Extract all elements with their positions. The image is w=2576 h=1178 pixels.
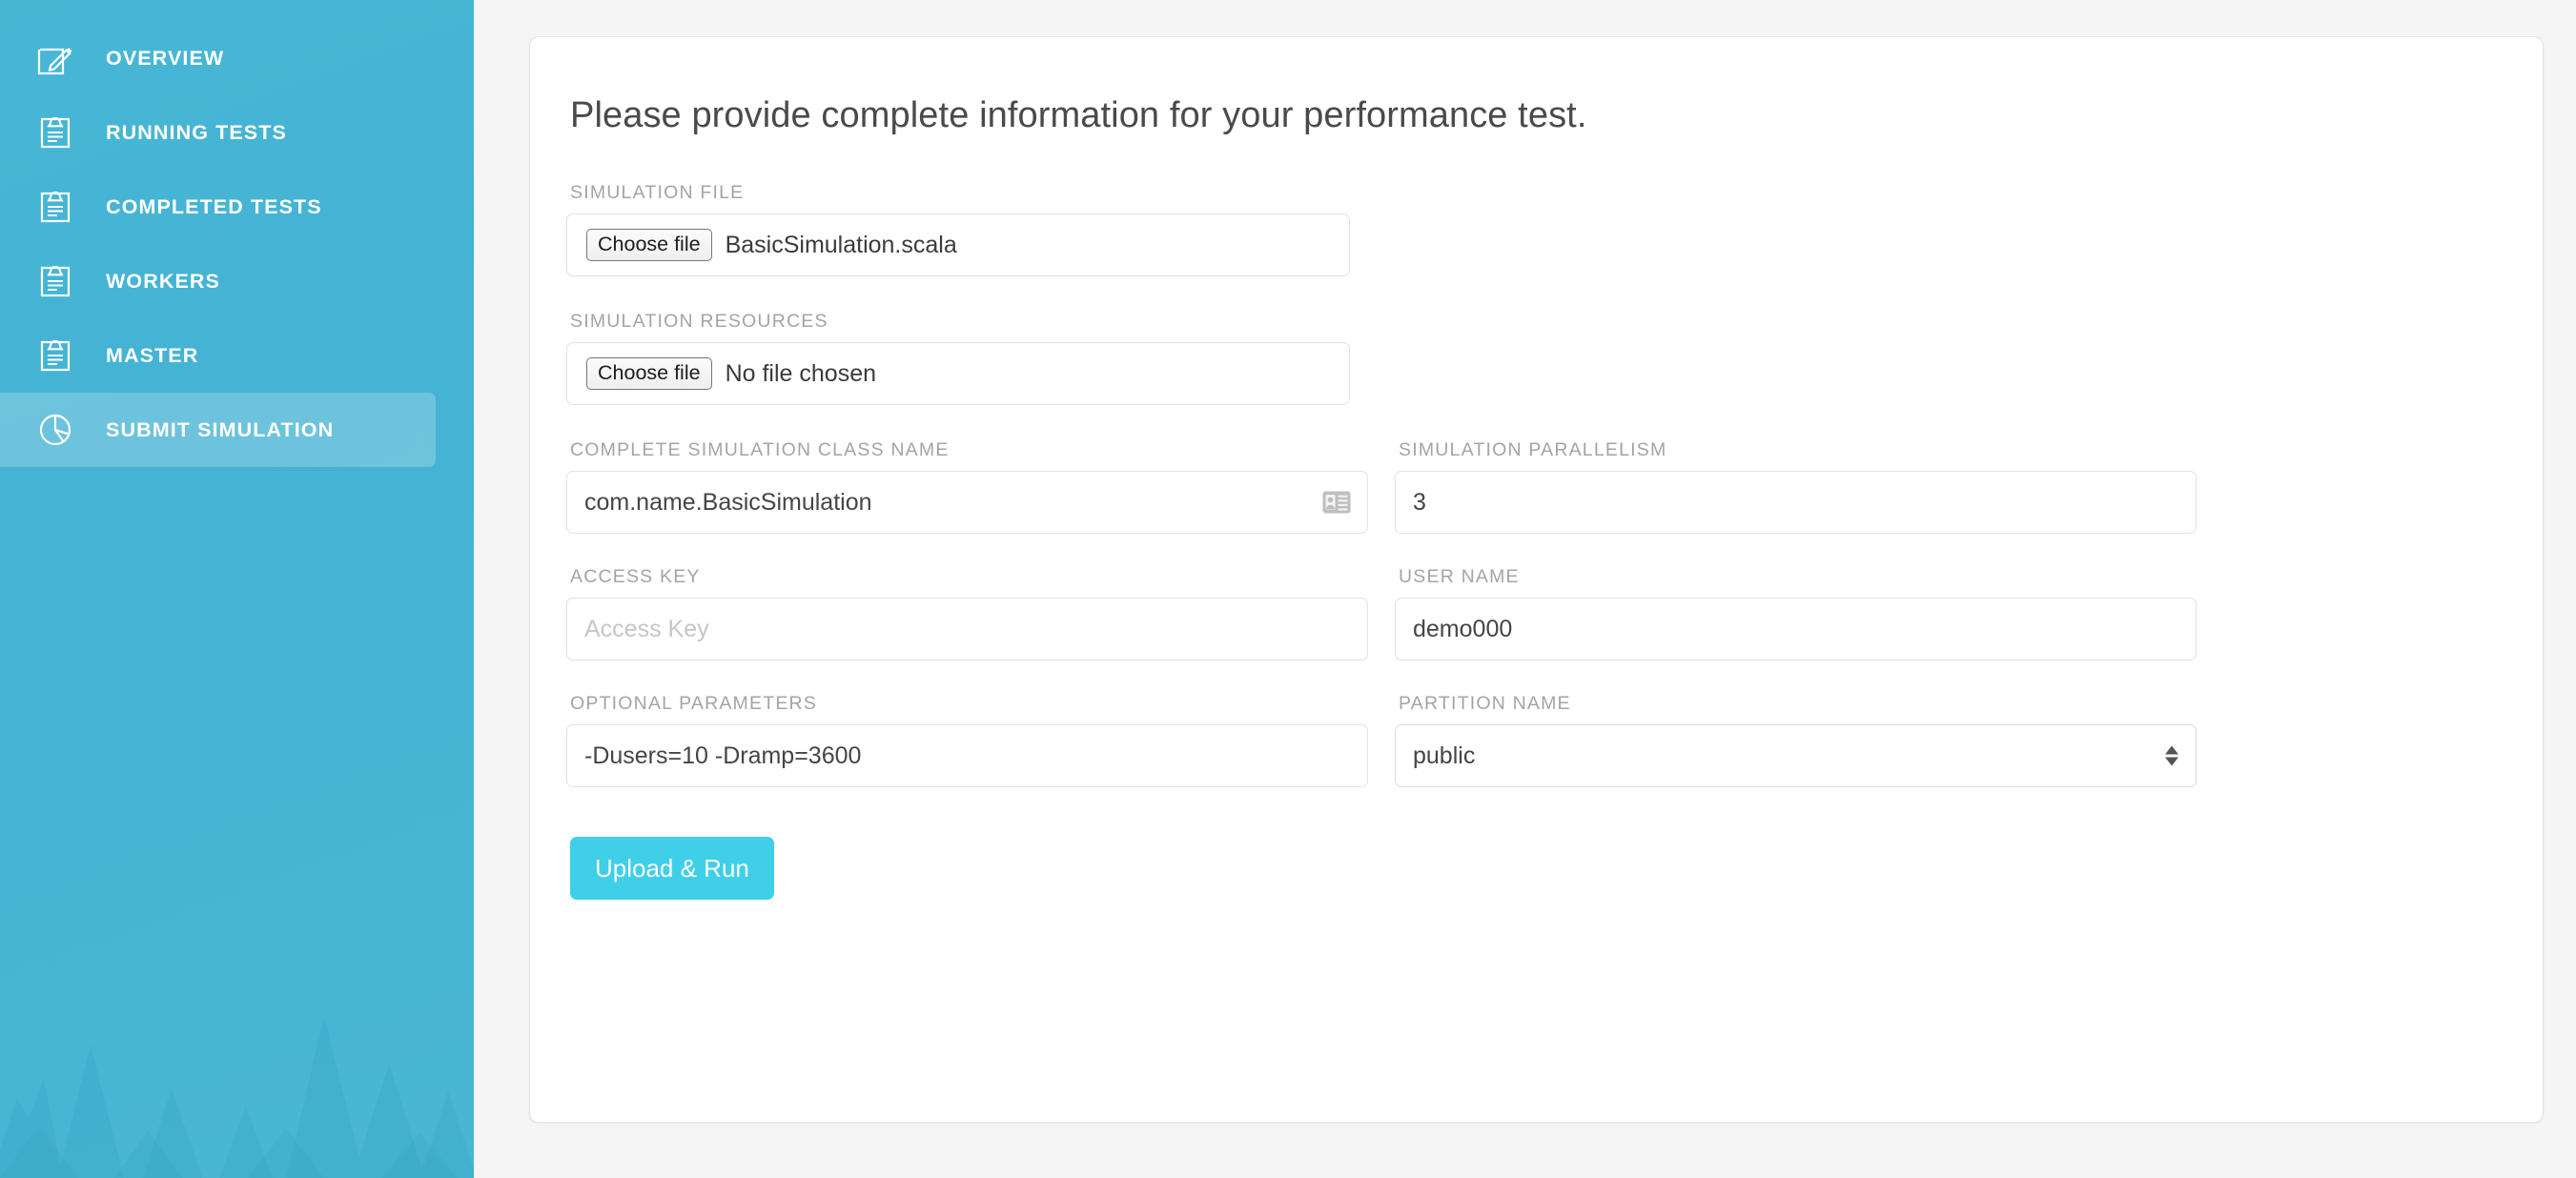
partition-name-value: public [1413,741,1476,769]
main-content: Please provide complete information for … [474,0,2576,1178]
access-key-label: ACCESS KEY [570,566,701,587]
form-row-class-parallelism: COMPLETE SIMULATION CLASS NAME com.name.… [566,439,2506,534]
sidebar-item-master[interactable]: MASTER [0,318,436,393]
access-key-placeholder: Access Key [584,615,709,642]
user-name-group: USER NAME demo000 [1395,566,2197,660]
sidebar-item-label: SUBMIT SIMULATION [106,417,335,441]
sidebar-item-workers[interactable]: WORKERS [0,244,436,318]
sidebar-item-label: WORKERS [106,269,220,293]
clipboard-icon [32,184,78,230]
sidebar-item-running-tests[interactable]: RUNNING TESTS [0,95,436,170]
sidebar-item-label: MASTER [106,343,199,367]
chevron-updown-icon[interactable] [2165,745,2178,766]
user-name-input[interactable]: demo000 [1395,598,2197,660]
choose-file-button-resources[interactable]: Choose file [586,356,712,391]
simulation-parallelism-input[interactable]: 3 [1395,471,2197,534]
form-row-accesskey-username: ACCESS KEY Access Key USER NAME demo000 [566,566,2506,660]
sidebar-item-label: OVERVIEW [106,46,225,70]
sidebar-item-completed-tests[interactable]: COMPLETED TESTS [0,170,436,244]
optional-parameters-value: -Dusers=10 -Dramp=3600 [584,741,862,769]
user-name-value: demo000 [1413,615,1513,642]
sidebar-item-overview[interactable]: OVERVIEW [0,21,436,95]
simulation-file-name: BasicSimulation.scala [725,231,957,258]
simulation-class-name-group: COMPLETE SIMULATION CLASS NAME com.name.… [566,439,1368,534]
clipboard-icon [32,110,78,155]
form-row-params-partition: OPTIONAL PARAMETERS -Dusers=10 -Dramp=36… [566,693,2506,787]
simulation-file-label: SIMULATION FILE [570,182,745,203]
sidebar: OVERVIEW RUNNING TESTS COMPLETED TESTS W… [0,0,474,1178]
access-key-group: ACCESS KEY Access Key [566,566,1368,660]
forest-background-image [0,892,474,1178]
simulation-class-name-label: COMPLETE SIMULATION CLASS NAME [570,439,950,460]
simulation-parallelism-label: SIMULATION PARALLELISM [1399,439,1667,460]
sidebar-item-submit-simulation[interactable]: SUBMIT SIMULATION [0,393,436,467]
sidebar-item-label: RUNNING TESTS [106,120,287,144]
simulation-parallelism-value: 3 [1413,488,1426,516]
simulation-parallelism-group: SIMULATION PARALLELISM 3 [1395,439,2197,534]
simulation-resources-label: SIMULATION RESOURCES [570,311,828,332]
simulation-class-name-input[interactable]: com.name.BasicSimulation [566,471,1368,534]
choose-file-button-simulation[interactable]: Choose file [586,228,712,262]
edit-square-icon [32,35,78,81]
sidebar-item-label: COMPLETED TESTS [106,194,322,218]
optional-parameters-input[interactable]: -Dusers=10 -Dramp=3600 [566,724,1368,787]
simulation-class-name-value: com.name.BasicSimulation [584,488,872,516]
simulation-resources-group: SIMULATION RESOURCES Choose file No file… [566,311,1350,405]
submit-simulation-card: Please provide complete information for … [529,36,2544,1123]
simulation-form: SIMULATION FILE Choose file BasicSimulat… [566,182,2506,900]
user-name-label: USER NAME [1399,566,1520,587]
sidebar-nav: OVERVIEW RUNNING TESTS COMPLETED TESTS W… [0,21,474,467]
access-key-input[interactable]: Access Key [566,598,1368,660]
optional-parameters-label: OPTIONAL PARAMETERS [570,693,818,714]
simulation-file-group: SIMULATION FILE Choose file BasicSimulat… [566,182,1350,276]
simulation-resources-input[interactable]: Choose file No file chosen [566,342,1350,405]
simulation-file-input[interactable]: Choose file BasicSimulation.scala [566,213,1350,276]
partition-name-select[interactable]: public [1395,724,2197,787]
optional-parameters-group: OPTIONAL PARAMETERS -Dusers=10 -Dramp=36… [566,693,1368,787]
clipboard-icon [32,258,78,304]
partition-name-label: PARTITION NAME [1399,693,1571,714]
pie-chart-icon [32,407,78,453]
page-title: Please provide complete information for … [570,95,1587,135]
upload-and-run-button[interactable]: Upload & Run [570,837,774,900]
contact-card-icon[interactable] [1322,491,1351,514]
simulation-resources-file-name: No file chosen [725,359,877,387]
clipboard-icon [32,333,78,378]
partition-name-group: PARTITION NAME public [1395,693,2197,787]
app-root: OVERVIEW RUNNING TESTS COMPLETED TESTS W… [0,0,2576,1178]
